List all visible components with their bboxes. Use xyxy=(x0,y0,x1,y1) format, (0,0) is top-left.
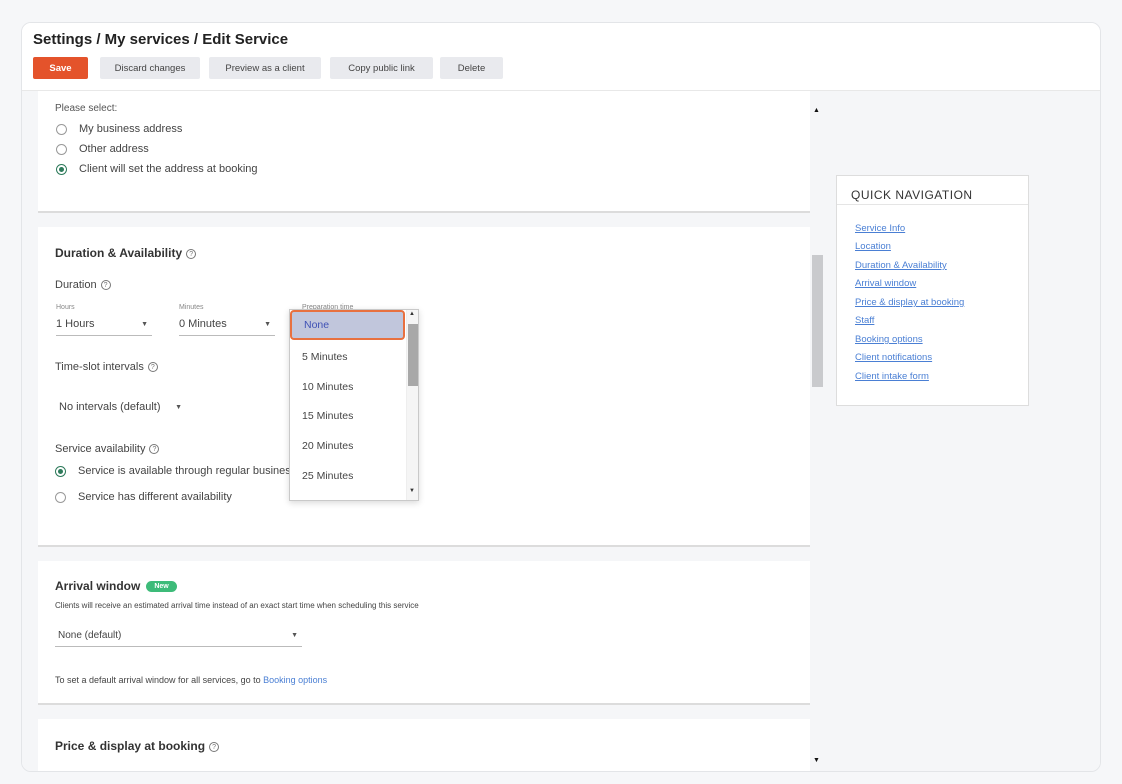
duration-availability-card: Duration & Availability? Duration? Hours… xyxy=(38,227,810,547)
help-icon[interactable]: ? xyxy=(149,444,160,454)
scroll-up-arrow-icon[interactable]: ▲ xyxy=(409,311,415,317)
scroll-down-arrow-icon[interactable]: ▼ xyxy=(409,488,415,494)
price-display-title: Price & display at booking? xyxy=(55,739,220,753)
help-icon[interactable]: ? xyxy=(147,362,158,372)
minutes-value: 0 Minutes xyxy=(179,318,227,330)
scroll-down-arrow-icon[interactable]: ▼ xyxy=(813,757,820,764)
delete-button[interactable]: Delete xyxy=(440,57,503,79)
booking-options-link[interactable]: Booking options xyxy=(263,675,327,685)
radio-button[interactable] xyxy=(56,123,67,135)
arrival-window-title: Arrival window New xyxy=(55,579,177,593)
new-badge: New xyxy=(146,581,177,592)
radio-label: My business address xyxy=(79,123,183,135)
quicknav-duration-link[interactable]: Duration & Availability xyxy=(855,260,947,271)
chevron-down-icon: ▼ xyxy=(264,321,271,328)
dropdown-scrollbar[interactable]: ▲ ▼ xyxy=(406,310,418,500)
hours-value: 1 Hours xyxy=(56,318,95,330)
preparation-time-dropdown[interactable]: None 5 Minutes 10 Minutes 15 Minutes 20 … xyxy=(289,309,419,501)
radio-regular-hours[interactable]: Service is available through regular bus… xyxy=(55,465,327,477)
help-icon[interactable]: ? xyxy=(186,249,197,259)
price-title-text: Price & display at booking xyxy=(55,739,206,753)
radio-label: Service has different availability xyxy=(78,491,232,503)
dropdown-option[interactable]: 20 Minutes xyxy=(290,431,405,461)
save-button[interactable]: Save xyxy=(33,57,88,79)
help-icon[interactable]: ? xyxy=(100,280,111,290)
quick-navigation-panel: QUICK NAVIGATION Service Info Location D… xyxy=(836,175,1029,406)
minutes-label: Minutes xyxy=(179,304,204,311)
arrival-window-card: Arrival window New Clients will receive a… xyxy=(38,561,810,705)
dropdown-option[interactable]: 10 Minutes xyxy=(290,372,405,402)
quicknav-booking-options-link[interactable]: Booking options xyxy=(855,334,923,345)
location-card: Please select: My business address Other… xyxy=(38,91,810,213)
quicknav-arrival-link[interactable]: Arrival window xyxy=(855,278,916,289)
dropdown-option[interactable]: 25 Minutes xyxy=(290,461,405,491)
quick-navigation-title: QUICK NAVIGATION xyxy=(851,188,973,202)
arrival-footer-text: To set a default arrival window for all … xyxy=(55,675,261,685)
radio-different-availability[interactable]: Service has different availability xyxy=(55,491,232,503)
availability-label-text: Service availability xyxy=(55,443,146,455)
price-display-card: Price & display at booking? xyxy=(38,719,810,771)
copy-public-link-button[interactable]: Copy public link xyxy=(330,57,433,79)
dropdown-option[interactable]: 30 Minutes xyxy=(290,491,405,500)
arrival-footer: To set a default arrival window for all … xyxy=(55,675,327,685)
dropdown-option[interactable]: 15 Minutes xyxy=(290,401,405,431)
minutes-select[interactable]: 0 Minutes ▼ xyxy=(179,318,275,336)
service-availability-label: Service availability? xyxy=(55,443,160,455)
preview-as-client-button[interactable]: Preview as a client xyxy=(209,57,321,79)
timeslot-intervals-label: Time-slot intervals? xyxy=(55,361,158,373)
section-title-text: Duration & Availability xyxy=(55,246,183,260)
arrival-value: None (default) xyxy=(58,630,122,641)
page-scrollbar[interactable]: ▲ ▼ xyxy=(812,105,823,771)
quicknav-service-info-link[interactable]: Service Info xyxy=(855,223,905,234)
radio-button-selected[interactable] xyxy=(56,163,67,175)
divider xyxy=(837,204,1028,205)
hours-label: Hours xyxy=(56,304,75,311)
timeslot-label-text: Time-slot intervals xyxy=(55,361,144,373)
arrival-description: Clients will receive an estimated arriva… xyxy=(55,601,419,610)
radio-button-selected[interactable] xyxy=(55,465,66,477)
timeslot-select[interactable]: No intervals (default) ▼ xyxy=(56,401,186,419)
page-header: Settings / My services / Edit Service Sa… xyxy=(22,23,1100,91)
arrival-window-select[interactable]: None (default) ▼ xyxy=(55,629,302,647)
radio-my-business-address[interactable]: My business address xyxy=(56,123,182,135)
arrival-title-text: Arrival window xyxy=(55,579,141,593)
quicknav-price-link[interactable]: Price & display at booking xyxy=(855,297,964,308)
hours-select[interactable]: 1 Hours ▼ xyxy=(56,318,152,336)
location-prompt: Please select: xyxy=(55,103,118,114)
dropdown-scrollbar-thumb[interactable] xyxy=(408,324,418,386)
radio-label: Client will set the address at booking xyxy=(79,163,258,175)
chevron-down-icon: ▼ xyxy=(141,321,148,328)
quicknav-location-link[interactable]: Location xyxy=(855,241,891,252)
radio-other-address[interactable]: Other address xyxy=(56,143,149,155)
duration-availability-title: Duration & Availability? xyxy=(55,246,197,260)
quicknav-client-intake-link[interactable]: Client intake form xyxy=(855,371,929,382)
duration-label-text: Duration xyxy=(55,279,97,291)
dropdown-option[interactable]: 5 Minutes xyxy=(290,342,405,372)
quicknav-client-notifications-link[interactable]: Client notifications xyxy=(855,352,932,363)
timeslot-value: No intervals (default) xyxy=(59,401,161,413)
page-title: Settings / My services / Edit Service xyxy=(33,31,289,48)
radio-client-address[interactable]: Client will set the address at booking xyxy=(56,163,258,175)
main-content: Please select: My business address Other… xyxy=(22,91,1100,771)
duration-label: Duration? xyxy=(55,279,111,291)
chevron-down-icon: ▼ xyxy=(291,632,298,639)
chevron-down-icon: ▼ xyxy=(175,404,182,411)
help-icon[interactable]: ? xyxy=(209,742,220,752)
discard-changes-button[interactable]: Discard changes xyxy=(100,57,200,79)
scrollbar-thumb[interactable] xyxy=(812,255,823,387)
radio-button[interactable] xyxy=(56,143,67,155)
radio-label: Other address xyxy=(79,143,149,155)
quicknav-staff-link[interactable]: Staff xyxy=(855,315,874,326)
app-window: Settings / My services / Edit Service Sa… xyxy=(21,22,1101,772)
radio-button[interactable] xyxy=(55,491,66,503)
dropdown-option-selected[interactable]: None xyxy=(290,310,405,340)
scroll-up-arrow-icon[interactable]: ▲ xyxy=(813,107,820,114)
